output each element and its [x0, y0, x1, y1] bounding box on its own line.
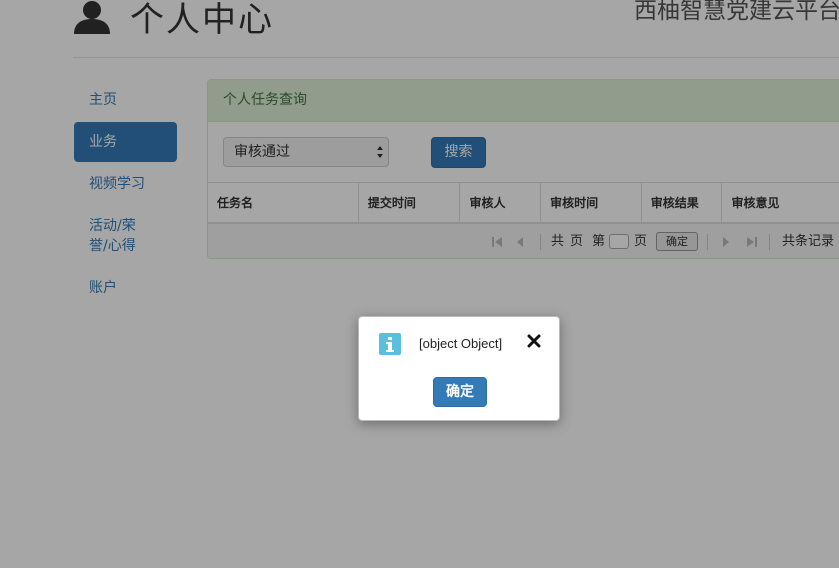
- dialog-message: [object Object]: [419, 336, 503, 351]
- alert-dialog: [object Object] 确定: [358, 316, 560, 421]
- confirm-button[interactable]: 确定: [433, 377, 487, 407]
- modal-overlay[interactable]: [0, 0, 839, 568]
- close-icon[interactable]: [527, 334, 541, 348]
- info-icon: [379, 333, 401, 355]
